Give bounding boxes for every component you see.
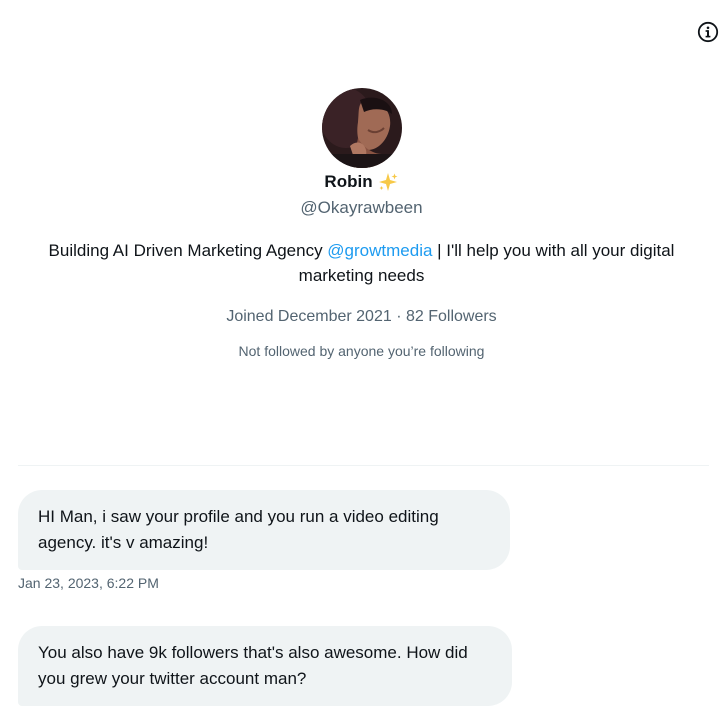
divider [18,465,709,466]
name-row: Robin [0,170,723,194]
display-name[interactable]: Robin [324,172,372,192]
joined-date: Joined December 2021 [226,308,392,325]
mutual-followers-note: Not followed by anyone you’re following [238,343,485,359]
message-bubble[interactable]: HI Man, i saw your profile and you run a… [18,490,510,570]
dm-conversation-view: Robin @Okayrawbeen Building AI Driven Ma… [0,0,723,710]
user-handle[interactable]: @Okayrawbeen [0,198,723,218]
sparkles-emoji-icon [378,173,398,191]
message-bubble[interactable]: You also have 9k followers that's also a… [18,626,512,706]
bio-mention-link[interactable]: @growtmedia [327,241,432,260]
avatar[interactable] [321,88,402,168]
message-timestamp: Jan 23, 2023, 6:22 PM [18,575,159,591]
followers-count-link[interactable]: 82 Followers [406,308,497,325]
profile-header: Robin @Okayrawbeen Building AI Driven Ma… [0,88,723,359]
meta-separator: · [391,308,406,325]
bio-text-start: Building AI Driven Marketing Agency [48,241,328,260]
info-icon [697,21,719,43]
profile-bio: Building AI Driven Marketing Agency @gro… [22,238,702,288]
profile-meta: Joined December 2021 · 82 Followers [0,308,723,326]
conversation-info-button[interactable] [697,21,719,43]
